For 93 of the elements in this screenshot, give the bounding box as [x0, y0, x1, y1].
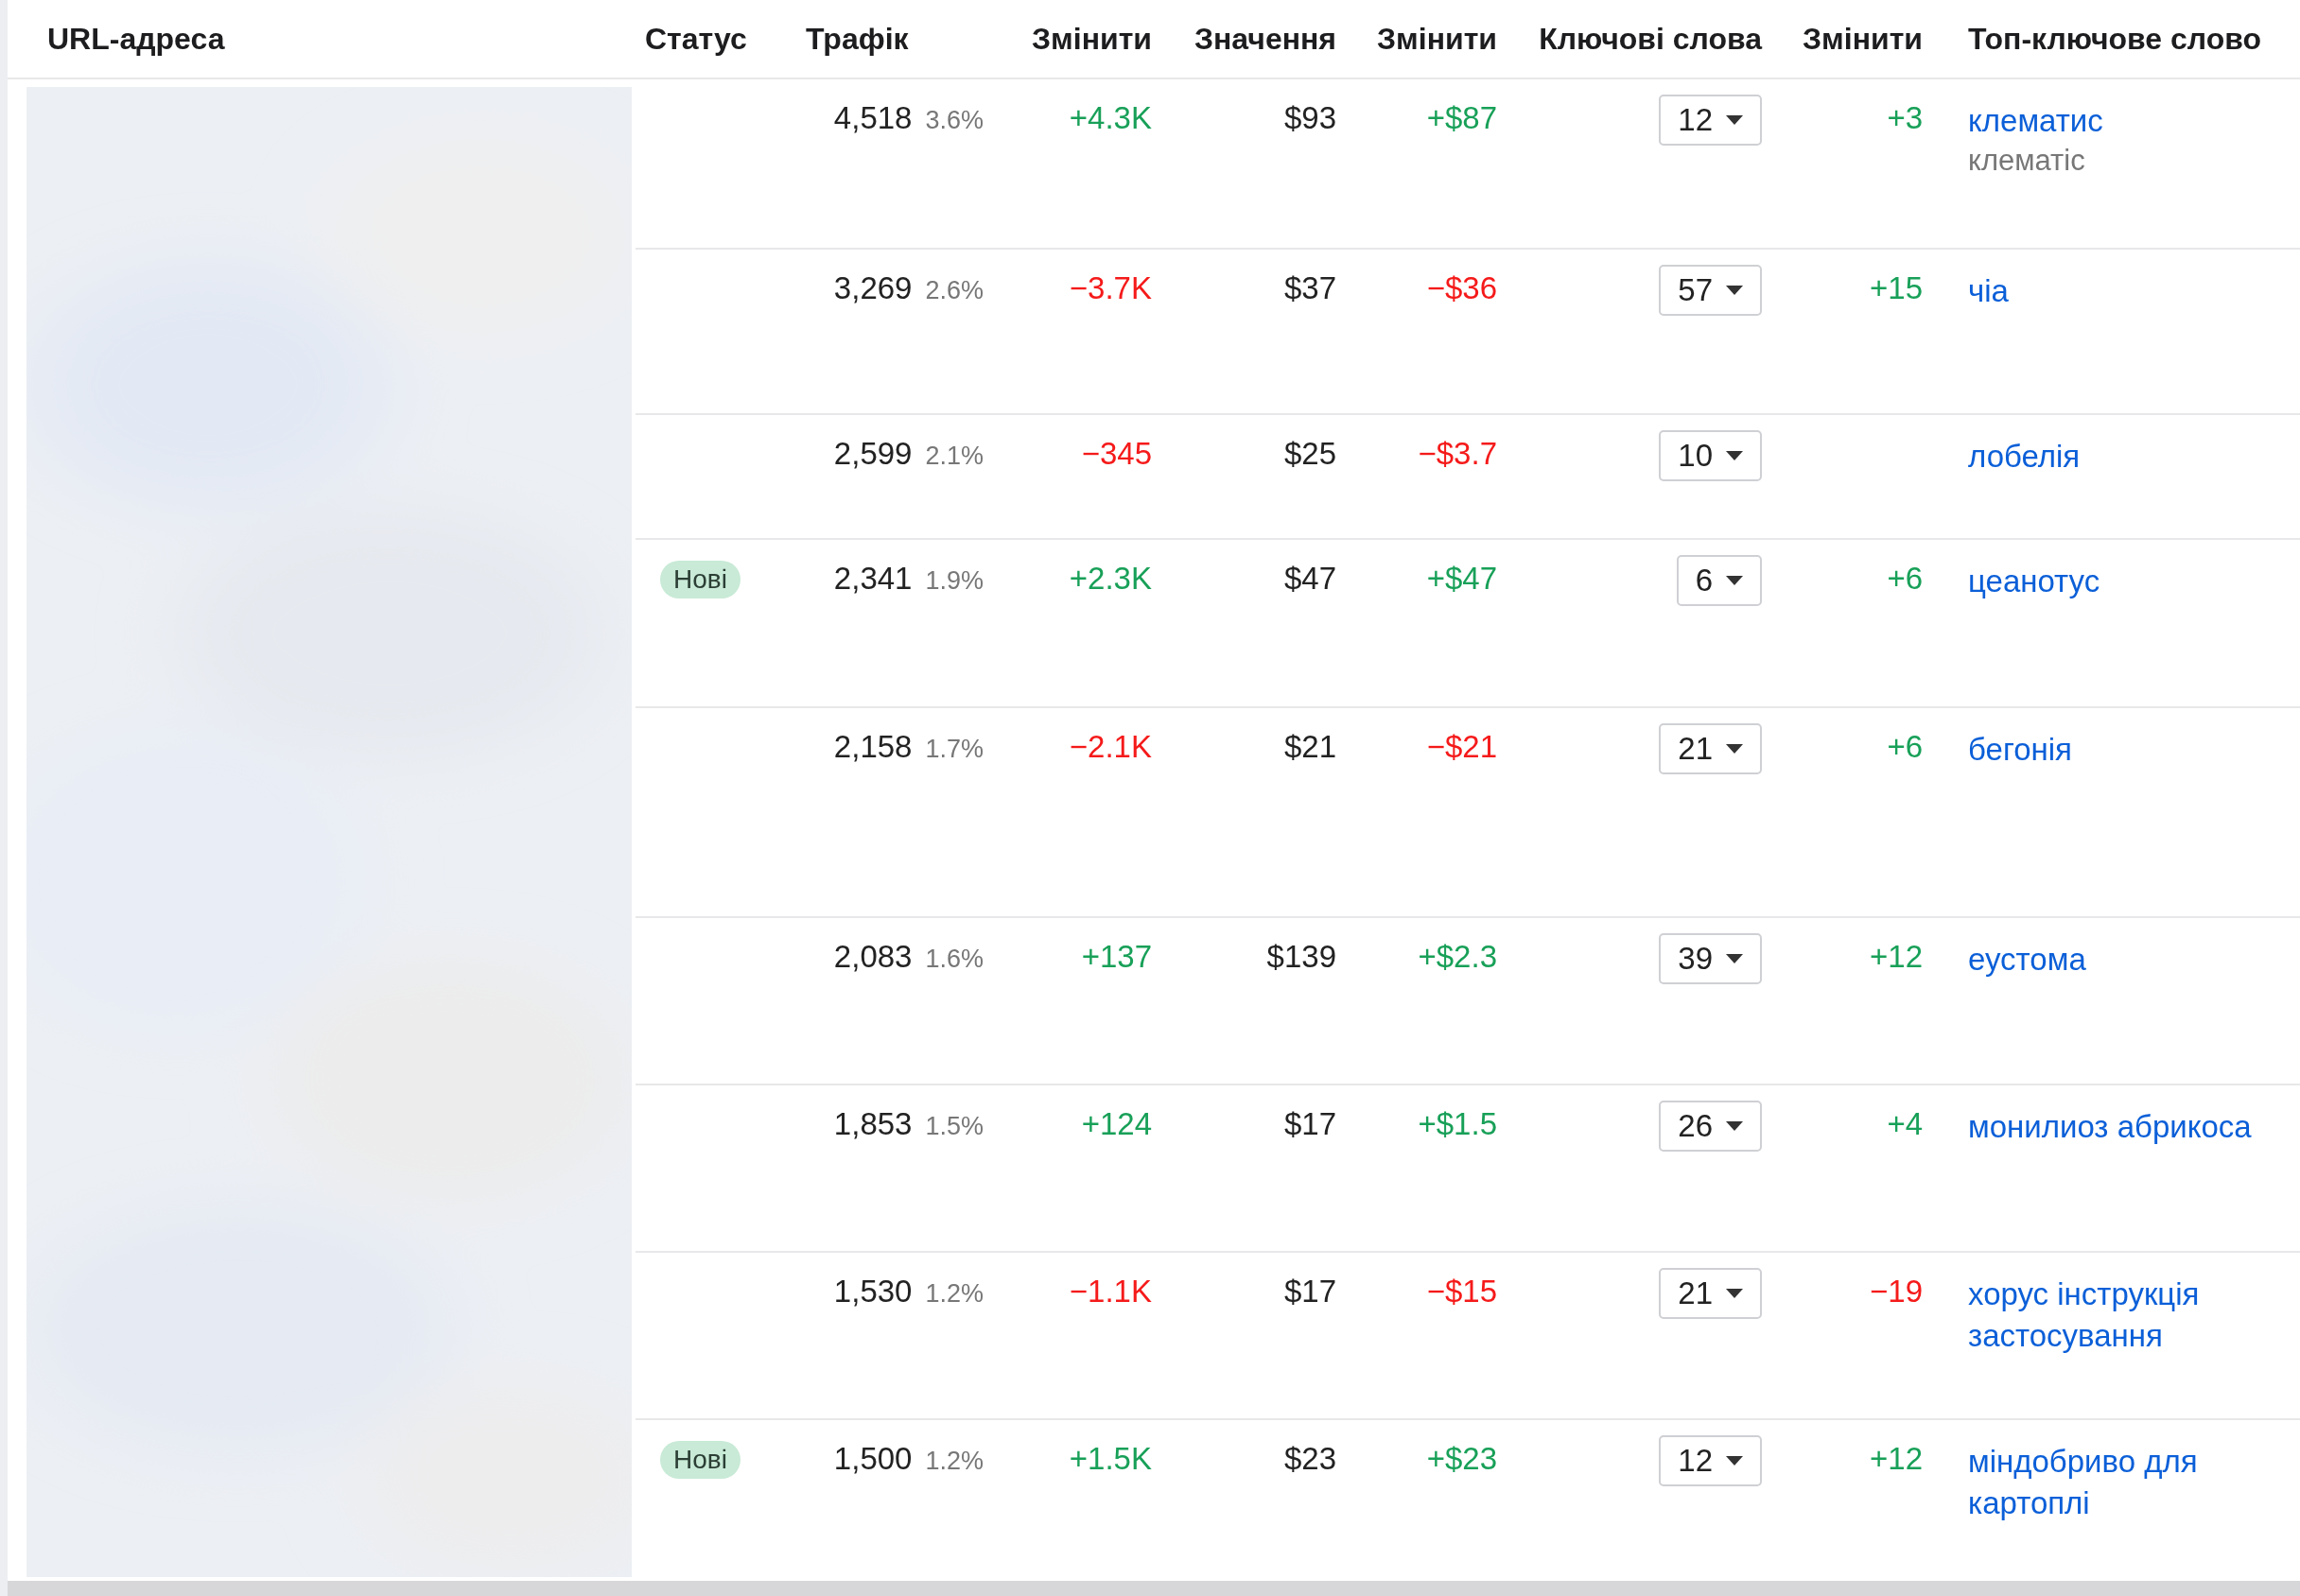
traffic-value: 2,083 [833, 939, 913, 975]
traffic-value: 1,853 [833, 1106, 913, 1142]
value-amount: $17 [1283, 1274, 1336, 1310]
change-value: +6 [1887, 729, 1923, 765]
value-amount: $37 [1283, 270, 1336, 306]
keywords-dropdown[interactable]: 12 [1659, 95, 1762, 146]
value-amount: $47 [1283, 561, 1336, 597]
caret-icon [1726, 451, 1743, 460]
change-value: −345 [1081, 436, 1152, 472]
keywords-dropdown[interactable]: 10 [1659, 430, 1762, 481]
change-value: +12 [1870, 1441, 1923, 1477]
traffic-value: 1,530 [833, 1274, 913, 1310]
traffic-share: 1.5% [925, 1112, 984, 1141]
change-value: +3 [1887, 100, 1923, 136]
caret-icon [1726, 115, 1743, 125]
change-value: −$36 [1426, 270, 1497, 306]
status-badge: Нові [660, 1441, 741, 1479]
keyword-link[interactable]: міндобриво для картоплі [1968, 1441, 2291, 1524]
value-amount: $93 [1283, 100, 1336, 136]
traffic-value: 2,158 [833, 729, 913, 765]
horizontal-scrollbar[interactable] [8, 1581, 2300, 1596]
change-value: −$3.7 [1418, 436, 1497, 472]
traffic-share: 1.2% [925, 1447, 984, 1476]
change-value: +2.3K [1069, 561, 1152, 597]
keyword-link[interactable]: монилиоз абрикоса [1968, 1106, 2252, 1148]
traffic-share: 2.6% [925, 276, 984, 305]
traffic-value: 1,500 [833, 1441, 913, 1477]
keywords-dropdown[interactable]: 39 [1659, 933, 1762, 984]
caret-icon [1726, 1121, 1743, 1131]
change-value: +15 [1870, 270, 1923, 306]
value-amount: $17 [1283, 1106, 1336, 1142]
keywords-dropdown[interactable]: 26 [1659, 1101, 1762, 1152]
keyword-link[interactable]: бегонія [1968, 729, 2072, 771]
change-value: −$21 [1426, 729, 1497, 765]
change-value: −$15 [1426, 1274, 1497, 1310]
traffic-value: 3,269 [833, 270, 913, 306]
column-header[interactable]: Статус [645, 21, 747, 57]
caret-icon [1726, 286, 1743, 295]
traffic-share: 1.6% [925, 945, 984, 974]
keywords-dropdown[interactable]: 57 [1659, 265, 1762, 316]
keyword-translation: клематіс [1968, 143, 2085, 179]
traffic-share: 2.1% [925, 442, 984, 471]
change-value: +$2.3 [1418, 939, 1497, 975]
change-value: +$87 [1426, 100, 1497, 136]
traffic-share: 3.6% [925, 106, 984, 135]
keyword-link[interactable]: хорус інструкція застосування [1968, 1274, 2291, 1357]
value-amount: $21 [1283, 729, 1336, 765]
change-value: +6 [1887, 561, 1923, 597]
traffic-value: 2,599 [833, 436, 913, 472]
column-header[interactable]: Значення [1194, 21, 1336, 57]
keywords-dropdown[interactable]: 6 [1676, 555, 1762, 606]
caret-icon [1726, 1289, 1743, 1298]
keyword-link[interactable]: еустома [1968, 939, 2086, 980]
keywords-dropdown[interactable]: 21 [1659, 1268, 1762, 1319]
traffic-share: 1.9% [925, 566, 984, 596]
change-value: −19 [1870, 1274, 1923, 1310]
keyword-link[interactable]: клематис [1968, 100, 2103, 142]
column-header[interactable]: URL-адреса [47, 21, 225, 57]
change-value: +4 [1887, 1106, 1923, 1142]
caret-icon [1726, 744, 1743, 754]
change-value: +137 [1081, 939, 1152, 975]
column-header[interactable]: Топ-ключове слово [1968, 21, 2261, 57]
change-value: +4.3K [1069, 100, 1152, 136]
column-header[interactable]: Ключові слова [1539, 21, 1762, 57]
column-header[interactable]: Змінити [1032, 21, 1152, 57]
traffic-share: 1.7% [925, 735, 984, 764]
traffic-value: 4,518 [833, 100, 913, 136]
change-value: +$47 [1426, 561, 1497, 597]
keywords-dropdown[interactable]: 12 [1659, 1435, 1762, 1486]
change-value: +$1.5 [1418, 1106, 1497, 1142]
value-amount: $23 [1283, 1441, 1336, 1477]
keyword-link[interactable]: лобелія [1968, 436, 2081, 477]
change-value: +1.5K [1069, 1441, 1152, 1477]
traffic-share: 1.2% [925, 1279, 984, 1309]
change-value: +124 [1081, 1106, 1152, 1142]
value-amount: $25 [1283, 436, 1336, 472]
change-value: +$23 [1426, 1441, 1497, 1477]
keyword-link[interactable]: чіа [1968, 270, 2009, 312]
change-value: −1.1K [1069, 1274, 1152, 1310]
column-header[interactable]: Змінити [1803, 21, 1923, 57]
keywords-dropdown[interactable]: 21 [1659, 723, 1762, 774]
column-header[interactable]: Трафік [806, 21, 909, 57]
traffic-value: 2,341 [833, 561, 913, 597]
column-header[interactable]: Змінити [1377, 21, 1497, 57]
status-badge: Нові [660, 561, 741, 598]
change-value: −3.7K [1069, 270, 1152, 306]
change-value: +12 [1870, 939, 1923, 975]
value-amount: $139 [1266, 939, 1336, 975]
keyword-link[interactable]: цеанотус [1968, 561, 2100, 602]
caret-icon [1726, 576, 1743, 585]
change-value: −2.1K [1069, 729, 1152, 765]
caret-icon [1726, 954, 1743, 963]
caret-icon [1726, 1456, 1743, 1466]
